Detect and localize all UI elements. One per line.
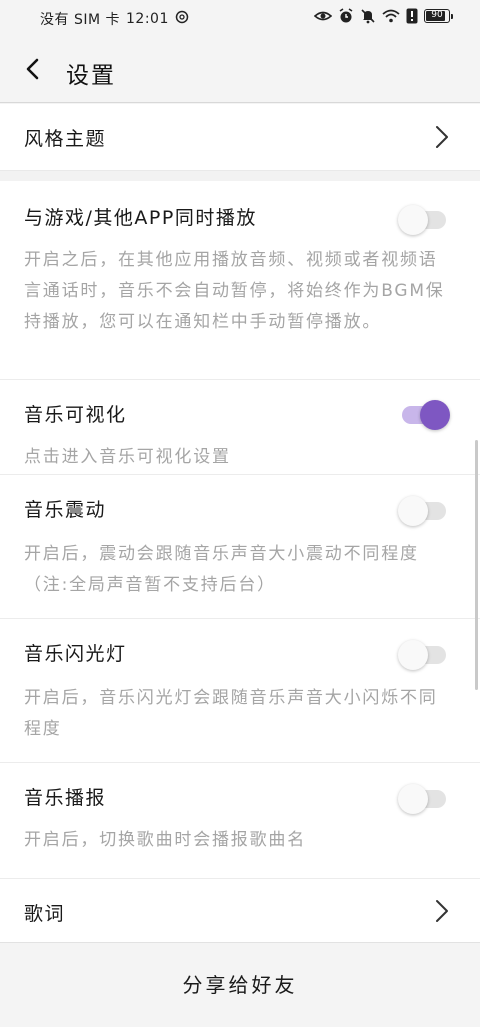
setting-description: 开启之后，在其他应用播放音频、视频或者视频语言通话时，音乐不会自动暂停，将始终作… [24, 250, 445, 332]
toggle-music-flashlight[interactable] [398, 640, 446, 670]
setting-title: 音乐播报 [24, 787, 107, 809]
setting-title: 音乐闪光灯 [24, 643, 127, 665]
carrier-text: 没有 SIM 卡 [40, 12, 120, 28]
setting-description: 开启后，音乐闪光灯会跟随音乐声音大小闪烁不同程度 [24, 688, 438, 739]
toggle-knob [398, 496, 428, 526]
setting-description: 开启后，切换歌曲时会播报歌曲名 [24, 830, 306, 850]
toggle-knob [398, 640, 428, 670]
toggle-knob [420, 400, 450, 430]
setting-music-visualization[interactable]: 音乐可视化 点击进入音乐可视化设置 [0, 380, 480, 475]
battery-level: 90 [431, 10, 443, 20]
setting-music-flashlight[interactable]: 音乐闪光灯 开启后，音乐闪光灯会跟随音乐声音大小闪烁不同程度 [0, 619, 480, 763]
setting-music-vibration[interactable]: 音乐震动 开启后，震动会跟随音乐声音大小震动不同程度（注:全局声音暂不支持后台） [0, 475, 480, 619]
toggle-music-visualization[interactable] [402, 400, 450, 430]
toggle-music-vibration[interactable] [398, 496, 446, 526]
lyrics-label: 歌词 [24, 903, 66, 925]
setting-description: 点击进入音乐可视化设置 [24, 447, 231, 467]
setting-description: 开启后，震动会跟随音乐声音大小震动不同程度（注:全局声音暂不支持后台） [24, 544, 419, 595]
chevron-right-icon [436, 126, 448, 148]
back-button[interactable] [18, 54, 48, 84]
setting-title: 与游戏/其他APP同时播放 [24, 207, 257, 229]
share-bar: 分享给好友 [0, 942, 480, 1027]
toggle-music-announce[interactable] [398, 784, 446, 814]
toggle-play-with-apps[interactable] [398, 205, 446, 235]
mute-icon [360, 8, 376, 24]
status-left: 没有 SIM 卡 12:01 [40, 9, 189, 29]
theme-row[interactable]: 风格主题 [0, 104, 480, 171]
sync-icon [175, 10, 189, 28]
setting-title: 音乐震动 [24, 499, 107, 521]
alert-icon [406, 8, 418, 24]
clock-text: 12:01 [126, 11, 169, 27]
lyrics-row[interactable]: 歌词 [0, 879, 480, 944]
alarm-icon [338, 8, 354, 24]
theme-label: 风格主题 [24, 128, 107, 150]
settings-list: 风格主题 与游戏/其他APP同时播放 开启之后，在其他应用播放音频、视频或者视频… [0, 104, 480, 944]
setting-title: 音乐可视化 [24, 404, 127, 426]
wifi-icon [382, 9, 400, 23]
status-bar: 没有 SIM 卡 12:01 90 [0, 0, 480, 36]
setting-music-announce[interactable]: 音乐播报 开启后，切换歌曲时会播报歌曲名 [0, 763, 480, 879]
page-title: 设置 [66, 63, 116, 89]
back-arrow-icon [26, 58, 39, 80]
toggle-knob [398, 205, 428, 235]
app-bar: 设置 [0, 36, 480, 103]
status-right: 90 [314, 8, 453, 24]
toggle-knob [398, 784, 428, 814]
share-button[interactable]: 分享给好友 [0, 969, 480, 998]
battery-icon: 90 [424, 9, 453, 23]
section-gap [0, 171, 480, 181]
eye-icon [314, 9, 332, 23]
setting-play-with-apps[interactable]: 与游戏/其他APP同时播放 开启之后，在其他应用播放音频、视频或者视频语言通话时… [0, 181, 480, 380]
chevron-right-icon [436, 900, 448, 922]
scrollbar[interactable] [475, 440, 478, 690]
